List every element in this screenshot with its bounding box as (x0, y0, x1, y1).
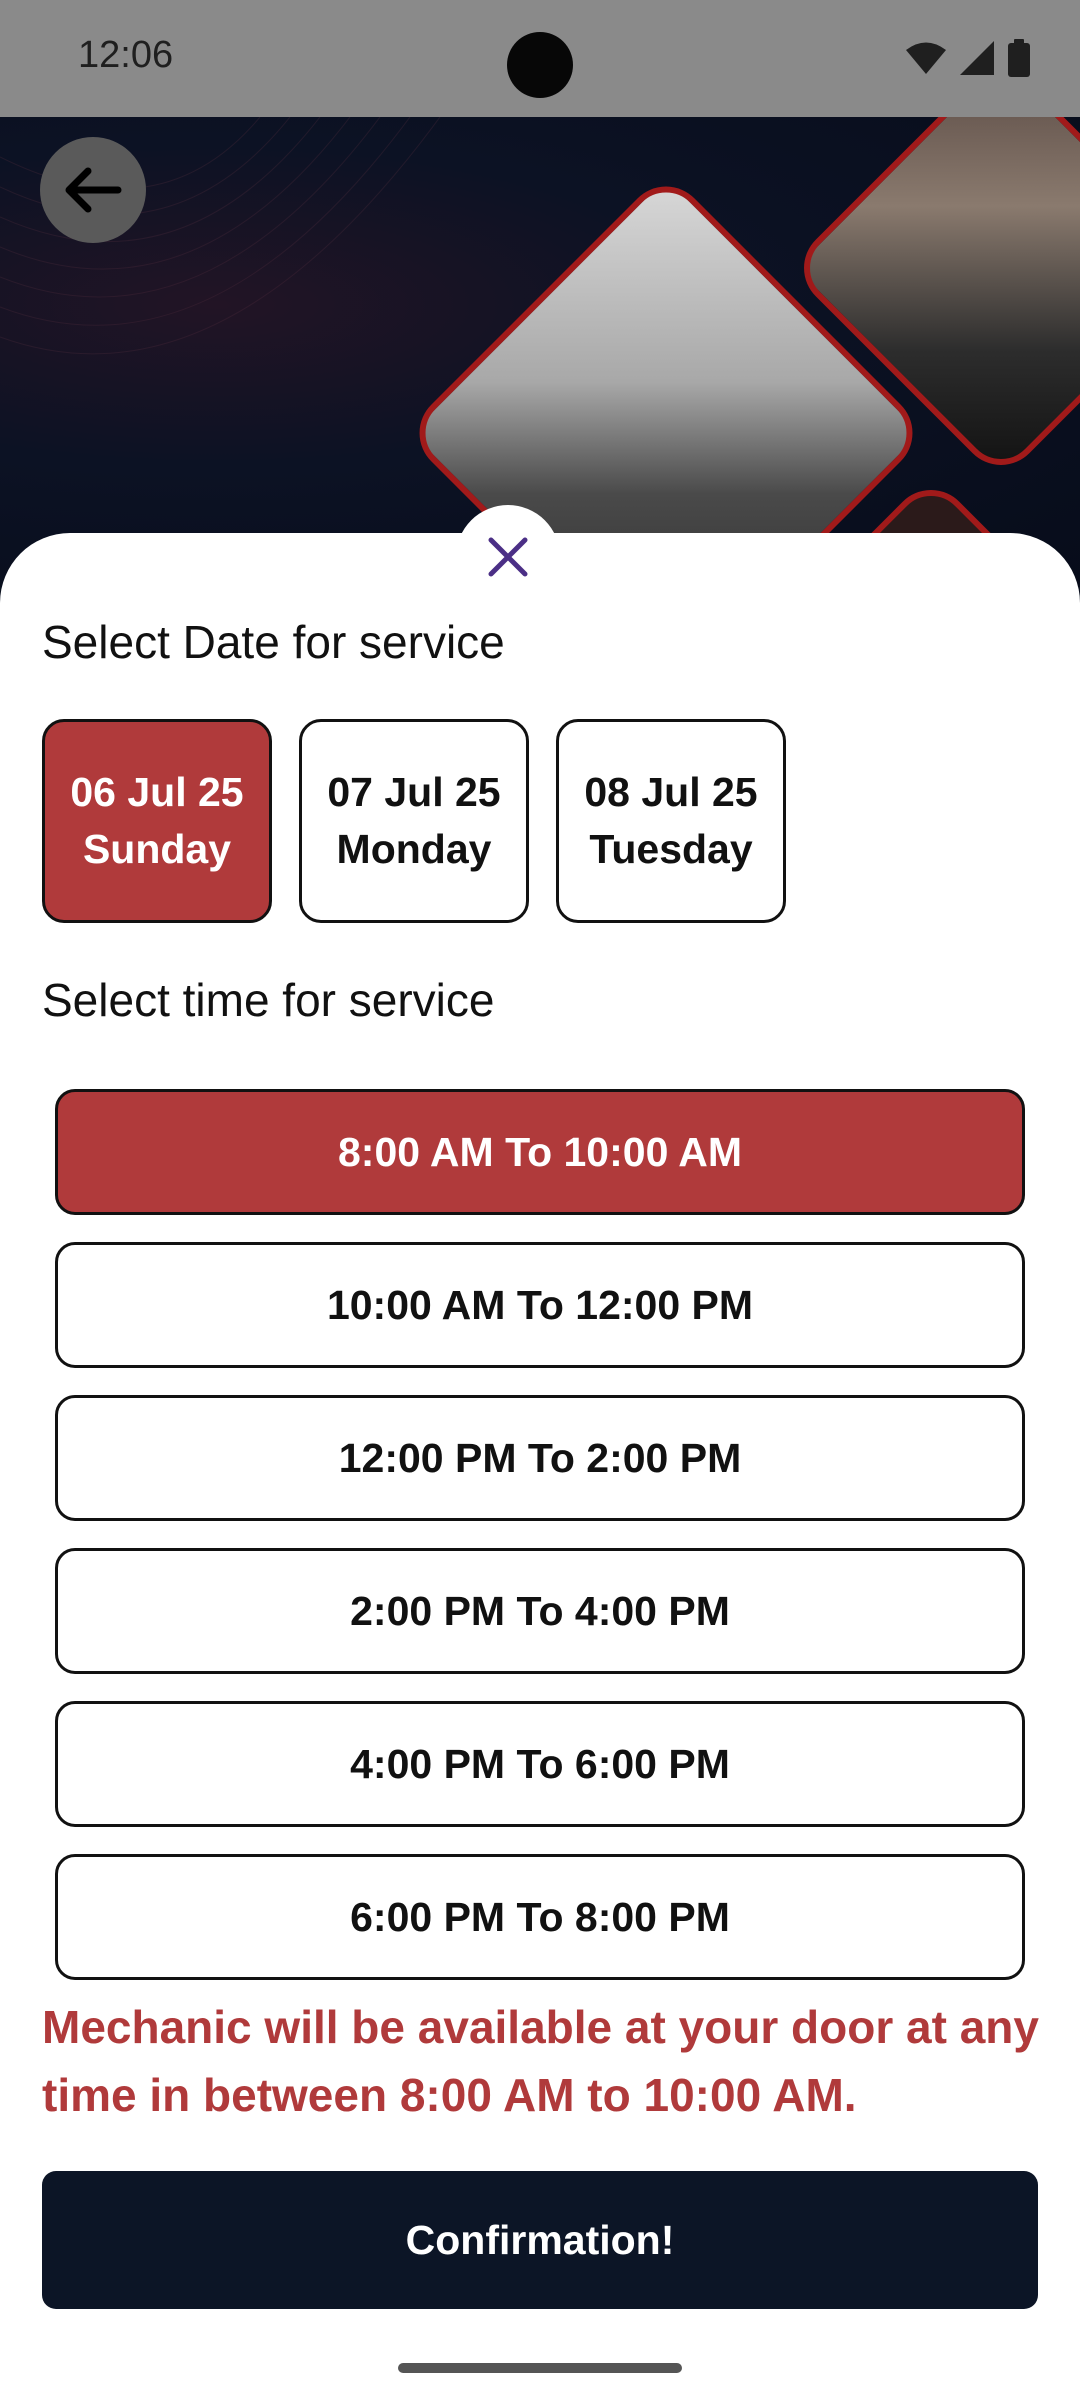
time-slot[interactable]: 6:00 PM To 8:00 PM (55, 1854, 1025, 1980)
hero-banner (0, 117, 1080, 587)
date-heading: Select Date for service (42, 616, 505, 668)
time-slot[interactable]: 10:00 AM To 12:00 PM (55, 1242, 1025, 1368)
confirmation-button[interactable]: Confirmation! (42, 2171, 1038, 2309)
time-slot[interactable]: 4:00 PM To 6:00 PM (55, 1701, 1025, 1827)
time-slot-label: 12:00 PM To 2:00 PM (338, 1434, 742, 1481)
home-indicator[interactable] (398, 2363, 682, 2373)
close-icon (488, 537, 528, 577)
time-slot-label: 8:00 AM To 10:00 AM (337, 1128, 742, 1175)
booking-sheet: Select Date for service 06 Jul 25 Sunday… (0, 533, 1080, 2400)
battery-icon (1008, 39, 1030, 77)
time-slot[interactable]: 2:00 PM To 4:00 PM (55, 1548, 1025, 1674)
date-option[interactable]: 08 Jul 25 Tuesday (556, 719, 786, 923)
day-text: Sunday (82, 826, 232, 872)
back-button[interactable] (40, 137, 146, 243)
arrow-left-icon (65, 167, 122, 213)
time-slot[interactable]: 12:00 PM To 2:00 PM (55, 1395, 1025, 1521)
time-slot-label: 4:00 PM To 6:00 PM (350, 1740, 730, 1787)
day-text: Tuesday (589, 826, 753, 872)
availability-note: Mechanic will be available at your door … (42, 2001, 1039, 2121)
system-icons (906, 38, 1030, 78)
date-text: 08 Jul 25 (584, 768, 758, 815)
confirmation-label: Confirmation! (405, 2216, 675, 2263)
date-option[interactable]: 07 Jul 25 Monday (299, 719, 529, 923)
wifi-icon (906, 42, 946, 74)
time-heading: Select time for service (42, 974, 495, 1026)
date-text: 06 Jul 25 (70, 768, 244, 815)
cell-signal-icon (960, 41, 994, 75)
time-slot-list: 8:00 AM To 10:00 AM 10:00 AM To 12:00 PM… (55, 1089, 1025, 2007)
time-slot-label: 2:00 PM To 4:00 PM (350, 1587, 730, 1634)
time-slot[interactable]: 8:00 AM To 10:00 AM (55, 1089, 1025, 1215)
status-bar: 12:06 (0, 0, 1080, 117)
date-option[interactable]: 06 Jul 25 Sunday (42, 719, 272, 923)
time-slot-label: 6:00 PM To 8:00 PM (350, 1893, 730, 1940)
front-camera (507, 32, 573, 98)
status-time: 12:06 (78, 34, 174, 76)
date-text: 07 Jul 25 (327, 768, 501, 815)
time-slot-label: 10:00 AM To 12:00 PM (326, 1281, 754, 1328)
day-text: Monday (336, 826, 492, 872)
date-selector: 06 Jul 25 Sunday 07 Jul 25 Monday 08 Jul… (42, 719, 786, 923)
